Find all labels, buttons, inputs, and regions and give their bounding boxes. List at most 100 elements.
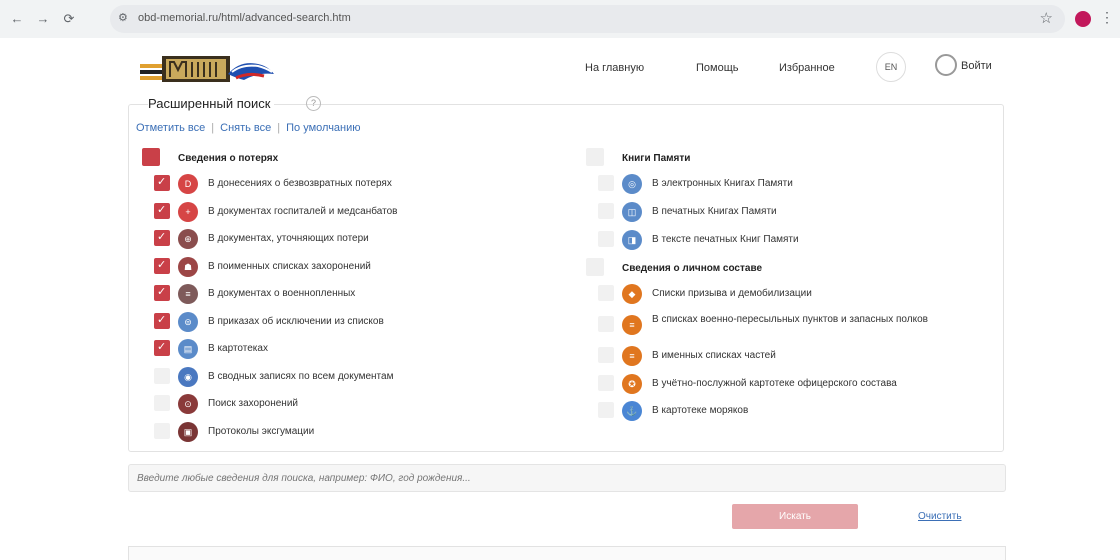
search-button[interactable]: Искать	[732, 504, 858, 529]
back-icon[interactable]: ←	[8, 10, 26, 28]
list-item[interactable]: + В документах госпиталей и медсанбатов	[154, 201, 534, 223]
forward-icon[interactable]: →	[34, 10, 52, 28]
option-checkbox[interactable]	[154, 175, 170, 191]
source-type-icon: ☗	[178, 256, 198, 277]
list-item[interactable]: ◫ В печатных Книгах Памяти	[598, 201, 978, 223]
memory-books-section-title: Книги Памяти	[622, 153, 691, 164]
list-item[interactable]: ◉ В сводных записях по всем документам	[154, 366, 534, 388]
panel-title: Расширенный поиск	[148, 96, 275, 111]
login-link[interactable]: Войти	[961, 60, 992, 72]
results-panel-edge	[128, 546, 1006, 560]
list-item[interactable]: ⊕ В документах, уточняющих потери	[154, 228, 534, 250]
list-item[interactable]: ≡ В списках военно-пересыльных пунктов и …	[598, 314, 978, 336]
address-bar[interactable]: ⚙ obd-memorial.ru/html/advanced-search.h…	[110, 5, 1065, 33]
bookmark-star-icon[interactable]: ☆	[1040, 9, 1053, 27]
option-label[interactable]: В электронных Книгах Памяти	[652, 178, 793, 189]
option-label[interactable]: В документах, уточняющих потери	[208, 233, 369, 244]
clear-link[interactable]: Очистить	[918, 511, 962, 522]
option-checkbox[interactable]	[598, 203, 614, 219]
option-label[interactable]: Протоколы эксгумации	[208, 426, 314, 437]
losses-section-checkbox[interactable]	[142, 148, 160, 166]
help-link[interactable]: Помощь	[696, 62, 739, 74]
list-item[interactable]: ≡ В именных списках частей	[598, 345, 978, 367]
option-label[interactable]: В картотеках	[208, 343, 268, 354]
source-type-icon: ⚓	[622, 401, 642, 421]
user-icon[interactable]	[935, 54, 957, 76]
toolbar-separator: |	[277, 122, 281, 134]
option-label[interactable]: В учётно-послужной картотеке офицерского…	[652, 378, 897, 389]
memory-books-section-checkbox[interactable]	[586, 148, 604, 166]
browser-toolbar: ← → ⟳ ⚙ obd-memorial.ru/html/advanced-se…	[0, 0, 1120, 38]
option-label[interactable]: Поиск захоронений	[208, 398, 298, 409]
list-item[interactable]: ⚓ В картотеке моряков	[598, 400, 978, 422]
uncheck-all-link[interactable]: Снять все	[220, 122, 271, 134]
profile-avatar[interactable]	[1075, 11, 1091, 27]
option-checkbox[interactable]	[598, 347, 614, 363]
personnel-section-checkbox[interactable]	[586, 258, 604, 276]
list-item[interactable]: ⊙ Поиск захоронений	[154, 393, 534, 415]
option-checkbox[interactable]	[154, 395, 170, 411]
option-checkbox[interactable]	[598, 175, 614, 191]
option-label[interactable]: В именных списках частей	[652, 350, 776, 361]
list-item[interactable]: D В донесениях о безвозвратных потерях	[154, 173, 534, 195]
option-checkbox[interactable]	[154, 312, 170, 329]
home-link[interactable]: На главную	[585, 62, 644, 74]
site-logo[interactable]	[140, 50, 276, 88]
reload-icon[interactable]: ⟳	[60, 10, 78, 28]
toolbar-separator: |	[211, 122, 215, 134]
option-checkbox[interactable]	[598, 316, 614, 332]
option-checkbox[interactable]	[598, 231, 614, 247]
list-item[interactable]: ◎ В электронных Книгах Памяти	[598, 173, 978, 195]
source-type-icon: ▣	[178, 421, 198, 442]
source-type-icon: D	[178, 174, 198, 194]
option-label[interactable]: В тексте печатных Книг Памяти	[652, 234, 799, 245]
option-checkbox[interactable]	[154, 422, 170, 439]
source-type-icon: ≡	[178, 284, 198, 304]
option-label[interactable]: Списки призыва и демобилизации	[652, 288, 812, 299]
option-label[interactable]: В приказах об исключении из списков	[208, 316, 384, 327]
source-type-icon: ⊜	[178, 311, 198, 332]
favorites-link[interactable]: Избранное	[779, 62, 835, 74]
source-type-icon: ◫	[622, 202, 642, 222]
losses-section-title: Сведения о потерях	[178, 153, 279, 164]
url-text[interactable]: obd-memorial.ru/html/advanced-search.htm	[138, 12, 351, 24]
check-all-link[interactable]: Отметить все	[136, 122, 205, 134]
language-switch[interactable]: EN	[876, 52, 906, 82]
option-checkbox[interactable]	[154, 257, 170, 274]
option-checkbox[interactable]	[154, 340, 170, 356]
help-icon[interactable]: ?	[306, 96, 321, 111]
option-checkbox[interactable]	[598, 375, 614, 391]
option-checkbox[interactable]	[598, 402, 614, 418]
option-label[interactable]: В поименных списках захоронений	[208, 261, 371, 272]
list-item[interactable]: ▤ В картотеках	[154, 338, 534, 360]
option-label[interactable]: В донесениях о безвозвратных потерях	[208, 178, 392, 189]
selection-toolbar: Отметить все | Снять все | По умолчанию	[136, 122, 361, 134]
option-checkbox[interactable]	[154, 230, 170, 246]
option-label[interactable]: В картотеке моряков	[652, 405, 748, 416]
option-label[interactable]: В списках военно-пересыльных пунктов и з…	[652, 314, 952, 326]
free-text-search-input[interactable]	[128, 464, 1006, 492]
option-checkbox[interactable]	[598, 285, 614, 301]
option-label[interactable]: В документах о военнопленных	[208, 288, 355, 299]
list-item[interactable]: ◨ В тексте печатных Книг Памяти	[598, 229, 978, 251]
source-type-icon: ▤	[178, 339, 198, 359]
source-type-icon: ◉	[178, 366, 198, 387]
option-checkbox[interactable]	[154, 202, 170, 219]
source-type-icon: ⊙	[178, 394, 198, 414]
source-type-icon: +	[178, 201, 198, 222]
list-item[interactable]: ◆ Списки призыва и демобилизации	[598, 283, 978, 305]
option-checkbox[interactable]	[154, 367, 170, 384]
list-item[interactable]: ▣ Протоколы эксгумации	[154, 421, 534, 443]
list-item[interactable]: ≡ В документах о военнопленных	[154, 283, 534, 305]
list-item[interactable]: ⊜ В приказах об исключении из списков	[154, 311, 534, 333]
option-label[interactable]: В документах госпиталей и медсанбатов	[208, 206, 397, 217]
option-label[interactable]: В сводных записях по всем документам	[208, 371, 393, 382]
list-item[interactable]: ✪ В учётно-послужной картотеке офицерског…	[598, 373, 978, 395]
option-checkbox[interactable]	[154, 285, 170, 301]
browser-menu-icon[interactable]: ⋮	[1100, 9, 1114, 26]
list-item[interactable]: ☗ В поименных списках захоронений	[154, 256, 534, 278]
site-info-icon[interactable]: ⚙	[118, 11, 128, 24]
option-label[interactable]: В печатных Книгах Памяти	[652, 206, 777, 217]
source-type-icon: ◨	[622, 230, 642, 250]
default-selection-link[interactable]: По умолчанию	[286, 122, 360, 134]
